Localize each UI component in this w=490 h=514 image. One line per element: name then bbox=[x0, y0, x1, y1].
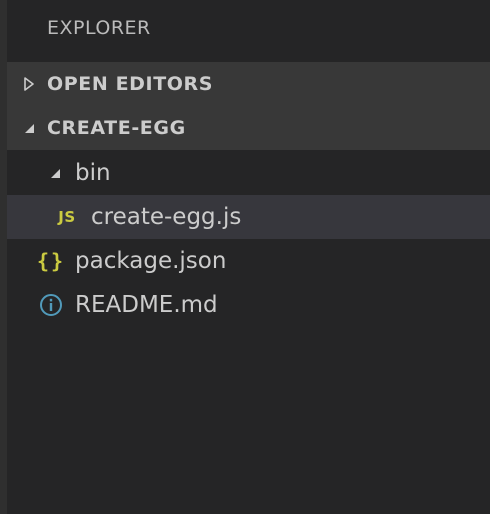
tree-file-readme-md[interactable]: README.md bbox=[7, 283, 490, 327]
explorer-title: EXPLORER bbox=[47, 17, 151, 39]
explorer-panel: EXPLORER OPEN EDITORS CREATE-EGG bin JS … bbox=[0, 0, 490, 514]
chevron-down-icon bbox=[47, 165, 63, 181]
json-file-icon: {} bbox=[36, 249, 66, 273]
section-create-egg[interactable]: CREATE-EGG bbox=[7, 106, 490, 150]
tree-file-package-json-label: package.json bbox=[75, 248, 227, 274]
javascript-file-icon: JS bbox=[58, 208, 76, 226]
section-open-editors[interactable]: OPEN EDITORS bbox=[7, 62, 490, 106]
chevron-down-icon bbox=[21, 120, 37, 136]
tree-file-readme-md-label: README.md bbox=[75, 292, 218, 318]
chevron-right-icon bbox=[21, 76, 37, 92]
tree-file-create-egg-js[interactable]: JS create-egg.js bbox=[7, 195, 490, 239]
tree-file-create-egg-js-label: create-egg.js bbox=[91, 204, 242, 230]
section-create-egg-label: CREATE-EGG bbox=[47, 117, 186, 139]
tree-file-package-json[interactable]: {} package.json bbox=[7, 239, 490, 283]
info-icon bbox=[37, 293, 65, 317]
section-open-editors-label: OPEN EDITORS bbox=[47, 73, 214, 95]
tree-folder-bin[interactable]: bin bbox=[7, 151, 490, 195]
tree-folder-bin-label: bin bbox=[75, 160, 111, 186]
